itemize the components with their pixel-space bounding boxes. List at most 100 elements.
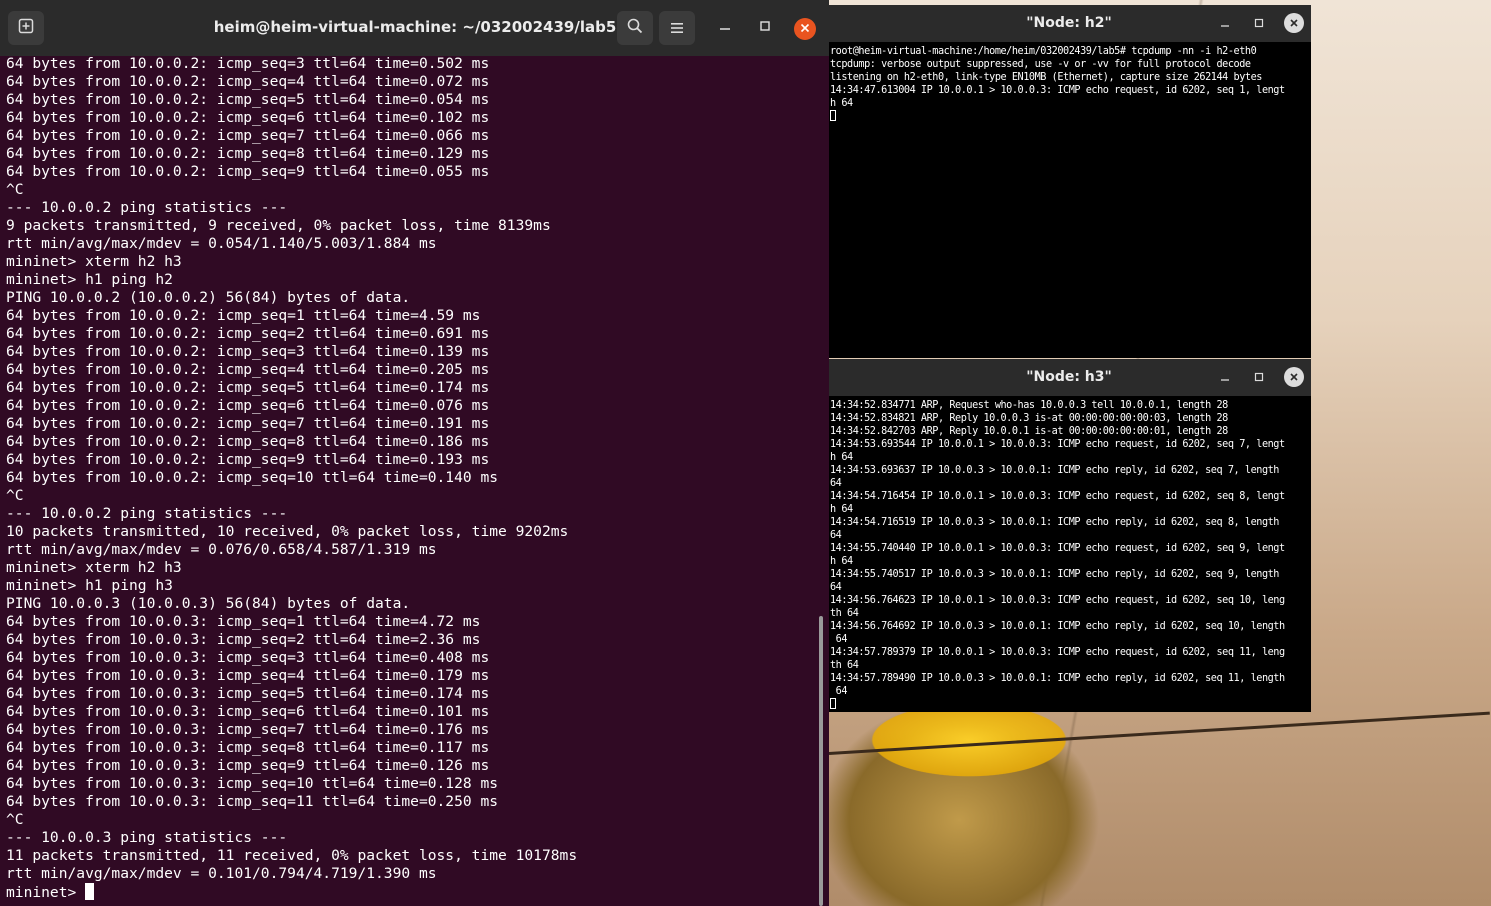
terminal-line: 64 bytes from 10.0.0.3: icmp_seq=5 ttl=6… [6, 685, 490, 702]
terminal-line: 14:34:47.613004 IP 10.0.0.1 > 10.0.0.3: … [830, 85, 1285, 96]
terminal-line: 64 bytes from 10.0.0.3: icmp_seq=2 ttl=6… [6, 631, 481, 648]
xterm-h2-title: "Node: h2" [1026, 15, 1112, 31]
terminal-line: 10 packets transmitted, 10 received, 0% … [6, 523, 569, 540]
maximize-icon [1254, 17, 1264, 31]
terminal-line: 14:34:52.842703 ARP, Reply 10.0.0.1 is-a… [830, 426, 1228, 437]
terminal-line: 64 bytes from 10.0.0.3: icmp_seq=10 ttl=… [6, 775, 499, 792]
terminal-line: 64 bytes from 10.0.0.3: icmp_seq=1 ttl=6… [6, 613, 481, 630]
terminal-line: h 64 [830, 452, 853, 463]
terminal-line: rtt min/avg/max/mdev = 0.076/0.658/4.587… [6, 541, 437, 558]
terminal-line: 14:34:57.789379 IP 10.0.0.1 > 10.0.0.3: … [830, 647, 1285, 658]
xterm-h2-minimize-button[interactable] [1214, 13, 1236, 35]
xterm-h3-window[interactable]: "Node: h3" 14:34:52.834771 ARP, Request … [829, 359, 1311, 712]
terminal-line: 64 [830, 530, 842, 541]
maximize-button[interactable] [753, 16, 777, 40]
terminal-line: 64 bytes from 10.0.0.3: icmp_seq=11 ttl=… [6, 793, 499, 810]
terminal-line: 64 bytes from 10.0.0.2: icmp_seq=8 ttl=6… [6, 145, 490, 162]
close-icon [800, 22, 810, 37]
xterm-h3-minimize-button[interactable] [1214, 367, 1236, 389]
terminal-line: tcpdump: verbose output suppressed, use … [830, 59, 1251, 70]
terminal-line: 64 bytes from 10.0.0.3: icmp_seq=8 ttl=6… [6, 739, 490, 756]
terminal-line: 14:34:52.834771 ARP, Request who-has 10.… [830, 400, 1228, 411]
xterm-h2-maximize-button[interactable] [1248, 13, 1270, 35]
terminal-scrollbar[interactable] [819, 616, 823, 906]
terminal-line: 14:34:54.716454 IP 10.0.0.1 > 10.0.0.3: … [830, 491, 1285, 502]
text-cursor [830, 110, 836, 121]
terminal-line: ^C [6, 811, 24, 828]
terminal-line: 14:34:55.740440 IP 10.0.0.1 > 10.0.0.3: … [830, 543, 1285, 554]
shell-prompt: mininet> [6, 884, 86, 901]
search-button[interactable] [617, 11, 653, 45]
terminal-line: 14:34:52.834821 ARP, Reply 10.0.0.3 is-a… [830, 413, 1228, 424]
prompt-line[interactable] [830, 110, 1311, 123]
new-tab-icon [18, 18, 34, 38]
terminal-line: 64 bytes from 10.0.0.2: icmp_seq=4 ttl=6… [6, 73, 490, 90]
terminal-line: 14:34:56.764692 IP 10.0.0.3 > 10.0.0.1: … [830, 621, 1285, 632]
text-cursor [830, 698, 836, 709]
menu-button[interactable] [659, 11, 695, 45]
main-terminal-window[interactable]: heim@heim-virtual-machine: ~/032002439/l… [0, 0, 829, 906]
terminal-line: 14:34:54.716519 IP 10.0.0.3 > 10.0.0.1: … [830, 517, 1279, 528]
terminal-line: h 64 [830, 504, 853, 515]
terminal-line: mininet> xterm h2 h3 [6, 559, 182, 576]
terminal-line: 64 [830, 634, 848, 645]
terminal-line: 64 bytes from 10.0.0.2: icmp_seq=3 ttl=6… [6, 55, 490, 72]
terminal-line: 64 bytes from 10.0.0.2: icmp_seq=3 ttl=6… [6, 343, 490, 360]
prompt-line[interactable] [830, 698, 1311, 711]
terminal-line: 9 packets transmitted, 9 received, 0% pa… [6, 217, 551, 234]
close-icon [1290, 17, 1298, 30]
new-tab-button[interactable] [8, 11, 44, 45]
xterm-h2-output[interactable]: root@heim-virtual-machine:/home/heim/032… [830, 45, 1311, 355]
terminal-line: 64 [830, 686, 848, 697]
xterm-h3-title: "Node: h3" [1026, 369, 1112, 385]
terminal-line: 64 bytes from 10.0.0.2: icmp_seq=4 ttl=6… [6, 361, 490, 378]
search-icon [627, 18, 643, 38]
terminal-line: 14:34:57.789490 IP 10.0.0.3 > 10.0.0.1: … [830, 673, 1285, 684]
terminal-line: 64 bytes from 10.0.0.2: icmp_seq=1 ttl=6… [6, 307, 481, 324]
minimize-button[interactable] [713, 16, 737, 40]
terminal-line: 64 bytes from 10.0.0.3: icmp_seq=3 ttl=6… [6, 649, 490, 666]
xterm-h2-close-button[interactable] [1284, 13, 1304, 33]
xterm-h3-maximize-button[interactable] [1248, 367, 1270, 389]
terminal-line: 64 bytes from 10.0.0.2: icmp_seq=9 ttl=6… [6, 451, 490, 468]
xterm-h2-window[interactable]: "Node: h2" root@heim-virtual-machine:/ho… [829, 5, 1311, 358]
minimize-icon [719, 20, 731, 36]
terminal-line: 14:34:56.764623 IP 10.0.0.1 > 10.0.0.3: … [830, 595, 1285, 606]
xterm-h2-titlebar[interactable]: "Node: h2" [829, 5, 1311, 42]
terminal-line: 64 bytes from 10.0.0.2: icmp_seq=6 ttl=6… [6, 109, 490, 126]
maximize-icon [1254, 371, 1264, 385]
terminal-line: th 64 [830, 660, 859, 671]
terminal-line: 64 [830, 582, 842, 593]
main-terminal-titlebar[interactable]: heim@heim-virtual-machine: ~/032002439/l… [0, 0, 829, 56]
terminal-line: 64 bytes from 10.0.0.2: icmp_seq=2 ttl=6… [6, 325, 490, 342]
xterm-h3-output[interactable]: 14:34:52.834771 ARP, Request who-has 10.… [830, 399, 1311, 711]
terminal-line: mininet> h1 ping h2 [6, 271, 173, 288]
terminal-line: 64 bytes from 10.0.0.2: icmp_seq=6 ttl=6… [6, 397, 490, 414]
terminal-line: rtt min/avg/max/mdev = 0.054/1.140/5.003… [6, 235, 437, 252]
terminal-line: h 64 [830, 98, 853, 109]
text-cursor [85, 883, 95, 900]
terminal-line: listening on h2-eth0, link-type EN10MB (… [830, 72, 1262, 83]
prompt-line[interactable]: mininet> [6, 883, 818, 901]
terminal-line: --- 10.0.0.2 ping statistics --- [6, 505, 288, 522]
xterm-h3-titlebar[interactable]: "Node: h3" [829, 359, 1311, 396]
xterm-h3-close-button[interactable] [1284, 367, 1304, 387]
terminal-line: 14:34:55.740517 IP 10.0.0.3 > 10.0.0.1: … [830, 569, 1279, 580]
terminal-line: 11 packets transmitted, 11 received, 0% … [6, 847, 578, 864]
terminal-output[interactable]: 64 bytes from 10.0.0.2: icmp_seq=3 ttl=6… [6, 55, 818, 906]
terminal-line: 14:34:53.693637 IP 10.0.0.3 > 10.0.0.1: … [830, 465, 1279, 476]
window-title: heim@heim-virtual-machine: ~/032002439/l… [213, 18, 617, 36]
terminal-line: PING 10.0.0.3 (10.0.0.3) 56(84) bytes of… [6, 595, 411, 612]
terminal-line: 64 [830, 478, 842, 489]
terminal-line: 64 bytes from 10.0.0.3: icmp_seq=6 ttl=6… [6, 703, 490, 720]
terminal-line: 64 bytes from 10.0.0.2: icmp_seq=5 ttl=6… [6, 91, 490, 108]
terminal-line: mininet> xterm h2 h3 [6, 253, 182, 270]
minimize-icon [1220, 371, 1230, 385]
terminal-line: 64 bytes from 10.0.0.3: icmp_seq=9 ttl=6… [6, 757, 490, 774]
terminal-line: 64 bytes from 10.0.0.2: icmp_seq=10 ttl=… [6, 469, 499, 486]
close-button[interactable] [794, 18, 816, 40]
terminal-line: 64 bytes from 10.0.0.2: icmp_seq=8 ttl=6… [6, 433, 490, 450]
terminal-line: rtt min/avg/max/mdev = 0.101/0.794/4.719… [6, 865, 437, 882]
terminal-line: 64 bytes from 10.0.0.2: icmp_seq=9 ttl=6… [6, 163, 490, 180]
terminal-line: PING 10.0.0.2 (10.0.0.2) 56(84) bytes of… [6, 289, 411, 306]
